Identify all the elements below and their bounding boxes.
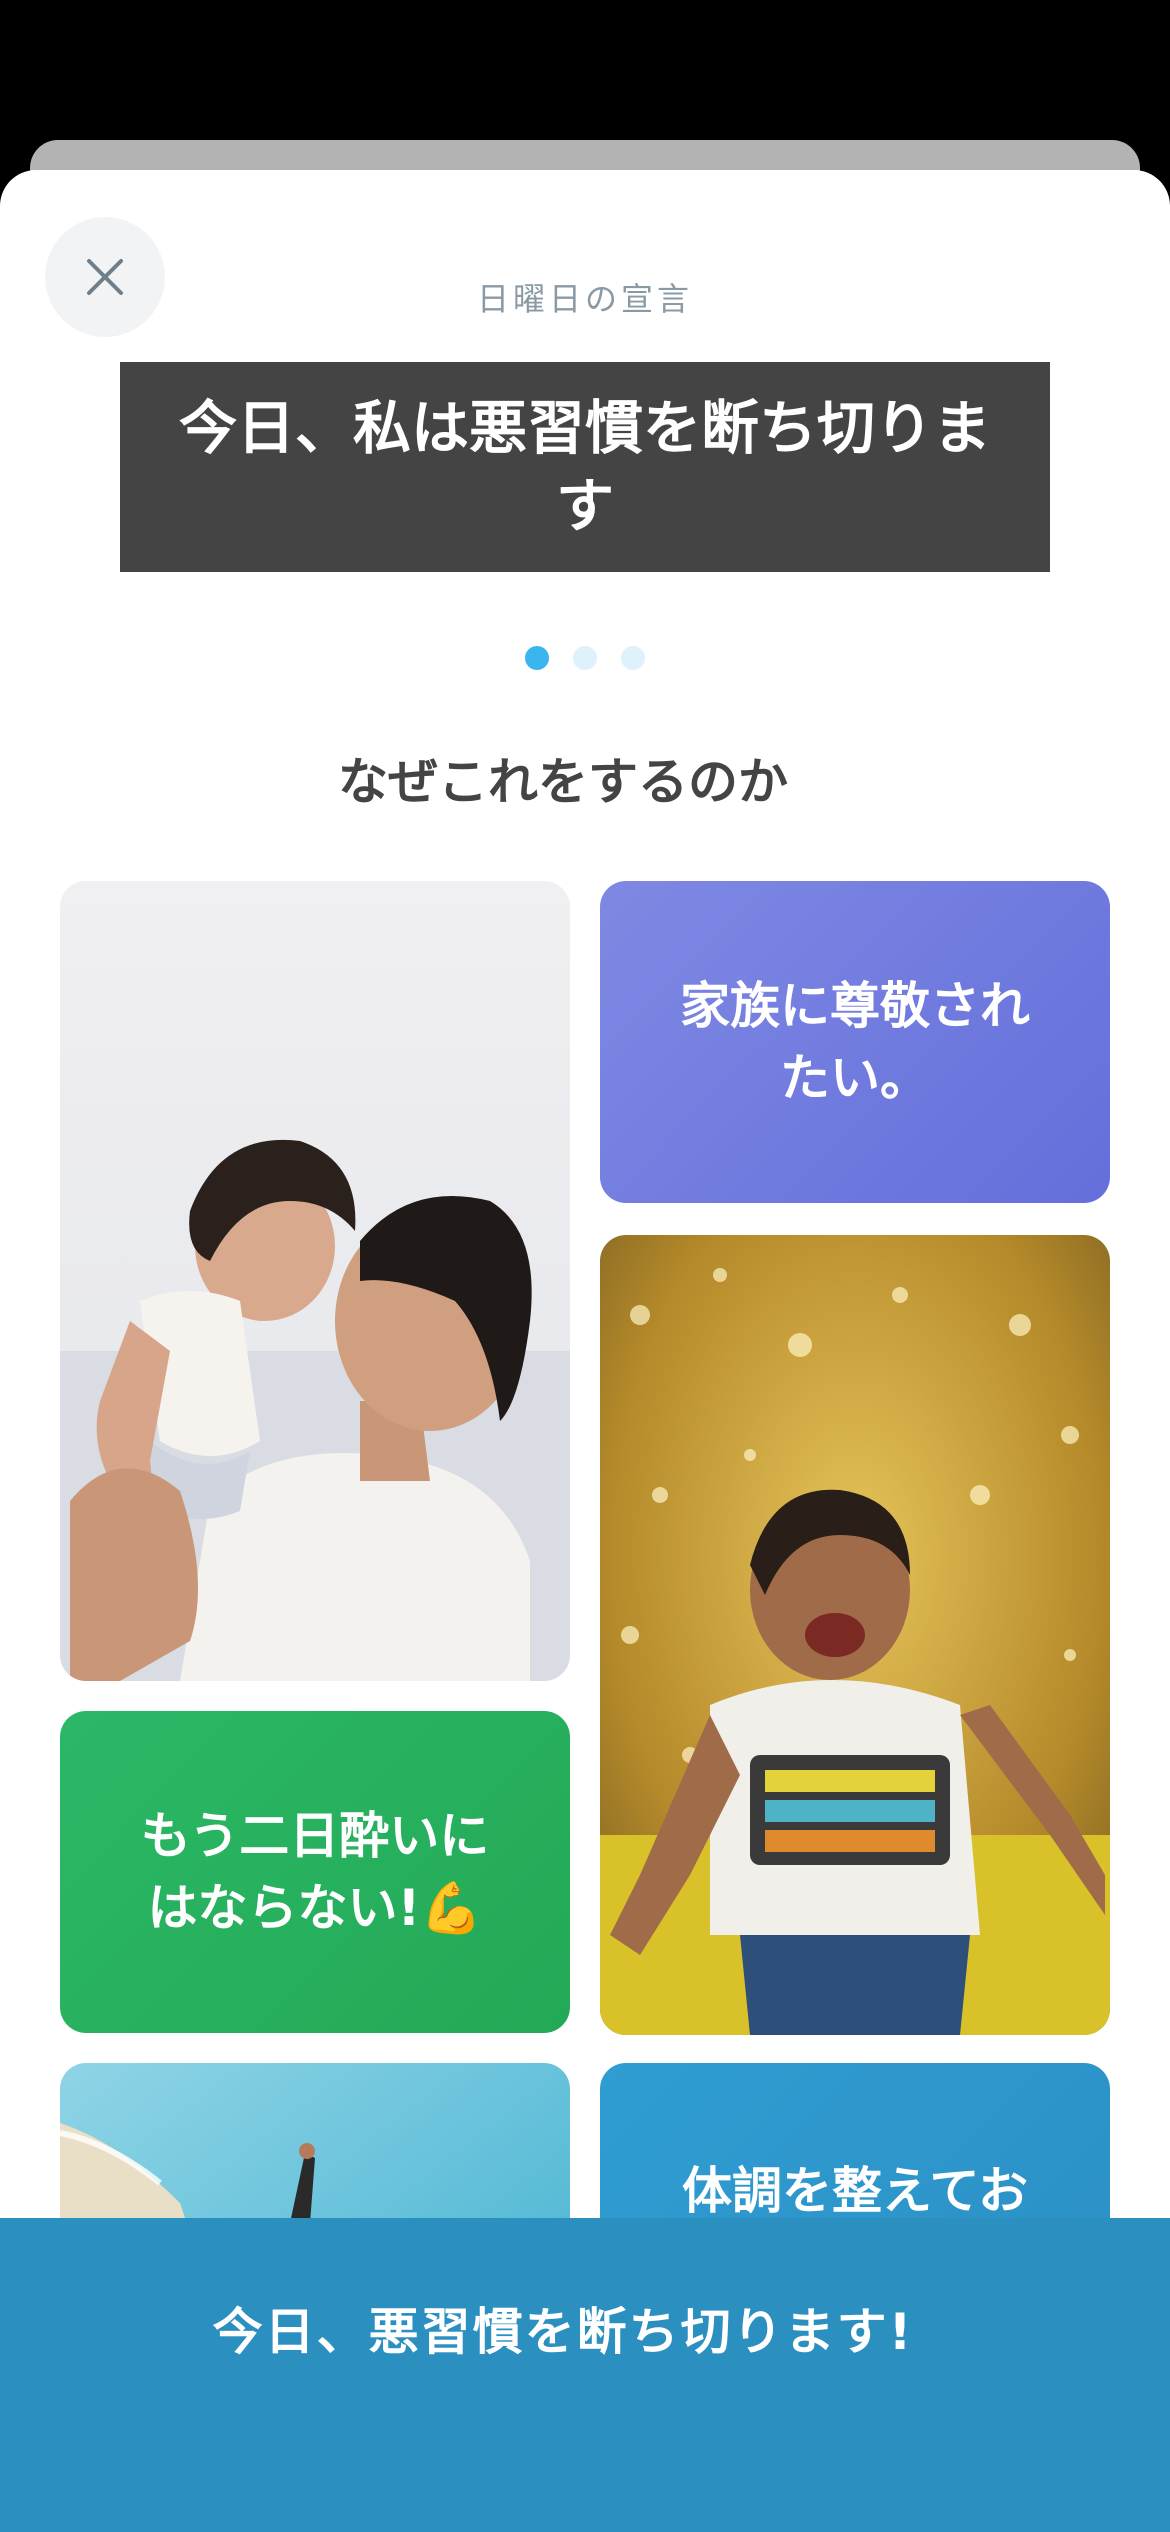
section-title: なぜこれをするのか <box>338 753 788 811</box>
reason-text-respect: 家族に尊敬されたい。 <box>680 977 1030 1107</box>
reason-text-health: 体調を整えてお <box>682 2162 1028 2220</box>
page-dot-1[interactable] <box>525 646 549 670</box>
commit-button[interactable]: 今日、悪習慣を断ち切ります! <box>0 2218 1170 2532</box>
page-dot-2[interactable] <box>573 646 597 670</box>
photo-tile-running-boy[interactable] <box>600 1235 1110 2035</box>
commit-button-label: 今日、悪習慣を断ち切ります! <box>212 2303 914 2361</box>
page-indicator <box>0 646 1170 670</box>
declaration-headline: 今日、私は悪習慣を断ち切ります <box>120 362 1050 572</box>
running-boy-photo <box>600 1235 1110 2035</box>
father-child-photo <box>60 881 570 1681</box>
reason-text-no-hangover: もう二日酔いにはならない!💪 <box>140 1807 490 1937</box>
declaration-sheet: 日曜日の宣言 今日、私は悪習慣を断ち切ります なぜこれをするのか 家族に尊敬され… <box>0 170 1170 2532</box>
reason-tile-no-hangover[interactable]: もう二日酔いにはならない!💪 <box>60 1711 570 2033</box>
page-subtitle: 日曜日の宣言 <box>476 280 693 318</box>
photo-tile-father-child[interactable] <box>60 881 570 1681</box>
reason-tile-respect[interactable]: 家族に尊敬されたい。 <box>600 881 1110 1203</box>
page-dot-3[interactable] <box>621 646 645 670</box>
